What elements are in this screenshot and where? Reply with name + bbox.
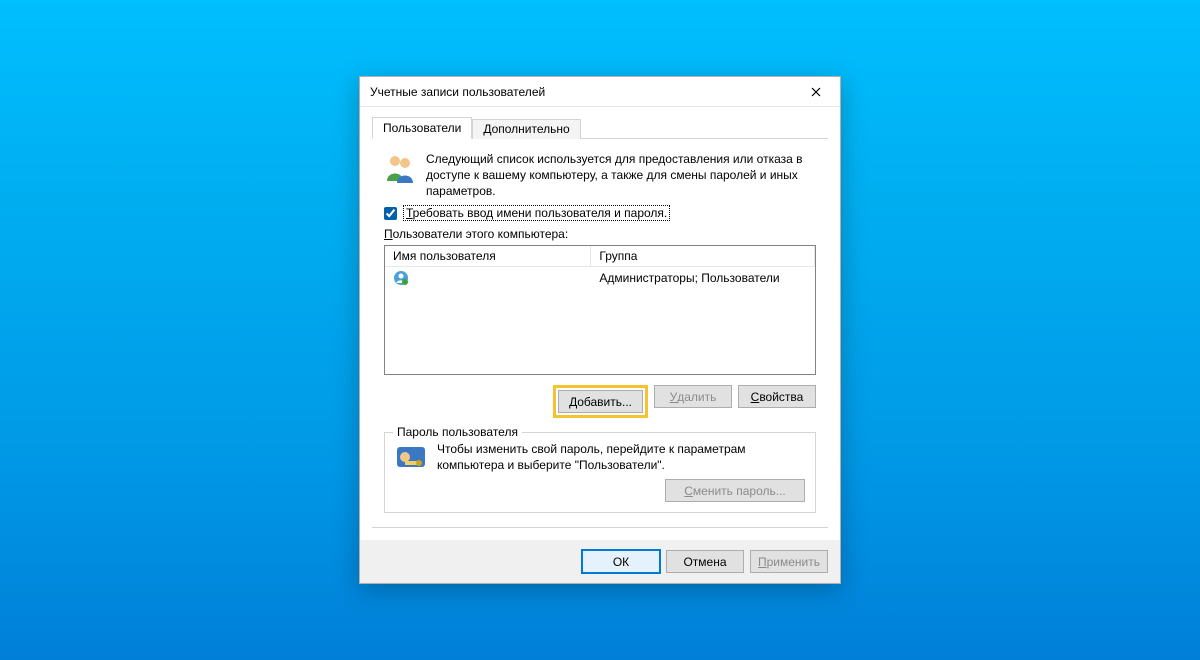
- tab-advanced[interactable]: Дополнительно: [472, 119, 580, 139]
- ok-button[interactable]: ОК: [582, 550, 660, 573]
- password-text: Чтобы изменить свой пароль, перейдите к …: [437, 441, 805, 473]
- password-groupbox: Пароль пользователя Чтобы изменить свой …: [384, 432, 816, 513]
- dialog-content: Пользователи Дополнительно Следующий спи…: [360, 107, 840, 540]
- description-row: Следующий список используется для предос…: [372, 149, 828, 205]
- separator: [372, 527, 828, 528]
- user-accounts-dialog: Учетные записи пользователей Пользовател…: [359, 76, 841, 584]
- cancel-button[interactable]: Отмена: [666, 550, 744, 573]
- user-icon: [393, 270, 409, 286]
- dialog-button-row: ОК Отмена Применить: [360, 540, 840, 583]
- require-login-checkbox-row: Требовать ввод имени пользователя и паро…: [372, 205, 828, 227]
- col-header-group[interactable]: Группа: [591, 246, 815, 266]
- close-button[interactable]: [800, 81, 832, 103]
- window-title: Учетные записи пользователей: [370, 85, 545, 99]
- table-row[interactable]: Администраторы; Пользователи: [385, 267, 815, 289]
- titlebar: Учетные записи пользователей: [360, 77, 840, 107]
- table-buttons-row: Добавить... Удалить Свойства: [372, 375, 828, 430]
- groupbox-legend: Пароль пользователя: [393, 425, 522, 439]
- description-text: Следующий список используется для предос…: [426, 151, 816, 199]
- require-login-checkbox[interactable]: [384, 207, 397, 220]
- table-header: Имя пользователя Группа: [385, 246, 815, 267]
- tab-bar: Пользователи Дополнительно: [372, 117, 828, 139]
- users-list-label: Пользователи этого компьютера:: [372, 227, 828, 245]
- add-button-highlight: Добавить...: [553, 385, 648, 418]
- cell-group: Администраторы; Пользователи: [591, 267, 815, 289]
- remove-button[interactable]: Удалить: [654, 385, 732, 408]
- change-password-button[interactable]: Сменить пароль...: [665, 479, 805, 502]
- cell-username: [385, 267, 591, 289]
- users-icon: [384, 151, 416, 183]
- col-header-username[interactable]: Имя пользователя: [385, 246, 591, 266]
- tab-users[interactable]: Пользователи: [372, 117, 472, 139]
- add-button[interactable]: Добавить...: [558, 390, 643, 413]
- keys-icon: [395, 441, 427, 473]
- properties-button[interactable]: Свойства: [738, 385, 816, 408]
- close-icon: [811, 87, 821, 97]
- users-table[interactable]: Имя пользователя Группа Администр: [384, 245, 816, 375]
- apply-button[interactable]: Применить: [750, 550, 828, 573]
- require-login-label: Требовать ввод имени пользователя и паро…: [403, 205, 670, 221]
